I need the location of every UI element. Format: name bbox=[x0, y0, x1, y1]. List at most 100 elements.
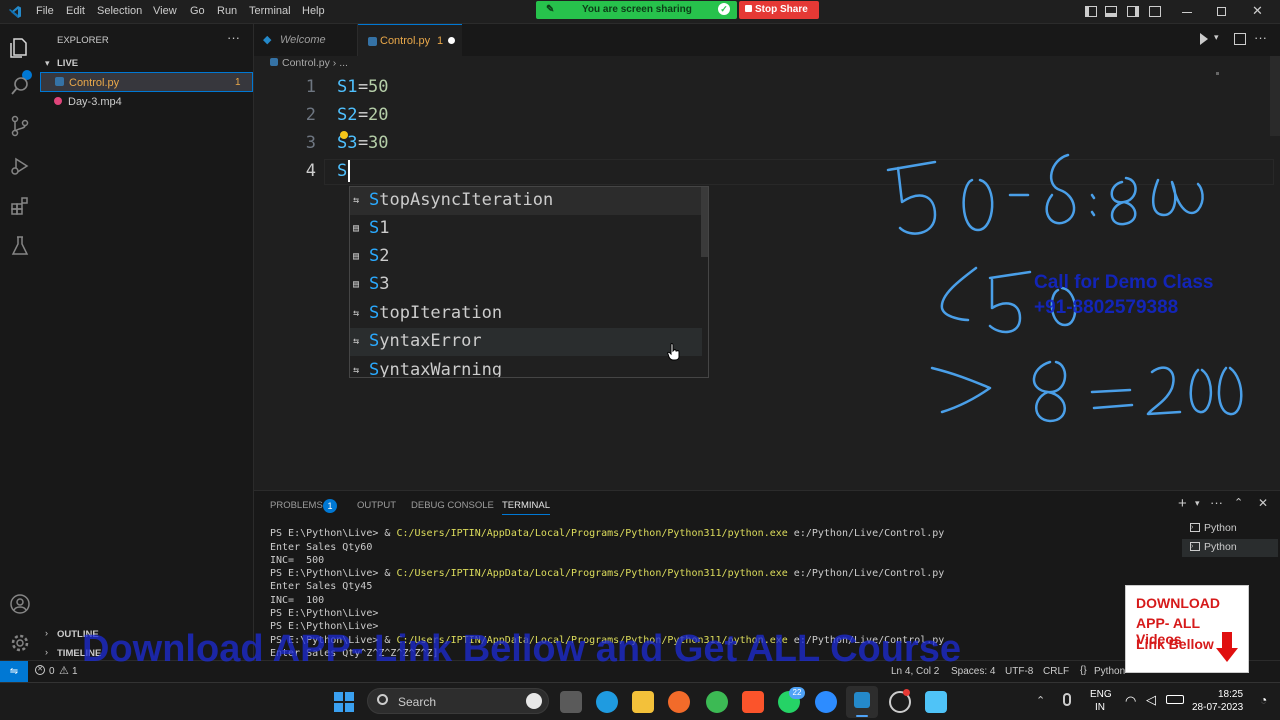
breadcrumb: Control.py › ... bbox=[270, 57, 348, 69]
accounts-icon[interactable] bbox=[8, 592, 32, 616]
notification-bell-icon[interactable]: ◔ bbox=[1260, 693, 1267, 707]
panel-tab-debug-console[interactable]: DEBUG CONSOLE bbox=[411, 500, 494, 511]
tab-control-py[interactable]: Control.py 1 bbox=[358, 24, 462, 56]
input-region[interactable]: IN bbox=[1095, 702, 1105, 713]
source-control-icon[interactable] bbox=[8, 114, 32, 138]
chevron-down-icon[interactable]: ▾ bbox=[45, 58, 50, 69]
menu-terminal[interactable]: Terminal bbox=[249, 5, 291, 17]
more-actions-icon[interactable]: ··· bbox=[227, 30, 240, 45]
language-mode[interactable]: Python bbox=[1094, 666, 1125, 677]
clock-time[interactable]: 18:25 bbox=[1218, 689, 1243, 700]
stop-share-button[interactable]: Stop Share bbox=[739, 1, 819, 19]
screen-sharing-banner: ✎ You are screen sharing ✓ bbox=[536, 1, 737, 19]
windows-start-icon[interactable] bbox=[334, 692, 354, 712]
customize-layout-icon[interactable] bbox=[1149, 6, 1161, 17]
sharing-text: You are screen sharing bbox=[582, 4, 692, 15]
suggest-item[interactable]: ▤ S2 bbox=[350, 243, 702, 271]
panel-tab-output[interactable]: OUTPUT bbox=[357, 500, 396, 511]
menu-help[interactable]: Help bbox=[302, 5, 325, 17]
extensions-icon[interactable] bbox=[8, 194, 32, 218]
wifi-icon[interactable]: ◠ bbox=[1125, 693, 1136, 709]
chevron-up-icon[interactable]: ⌃ bbox=[1036, 694, 1045, 707]
suggest-item[interactable]: ⇆ StopIteration bbox=[350, 300, 702, 328]
ink-stroke bbox=[940, 266, 978, 322]
breadcrumb-file[interactable]: Control.py bbox=[282, 57, 330, 69]
breadcrumb-more[interactable]: ... bbox=[339, 57, 348, 69]
volume-icon[interactable]: ◁ bbox=[1146, 692, 1156, 708]
testing-flask-icon[interactable] bbox=[8, 234, 32, 258]
panel-tab-terminal[interactable]: TERMINAL bbox=[502, 500, 551, 515]
number-token: 50 bbox=[368, 77, 389, 97]
brave-icon[interactable] bbox=[742, 691, 764, 713]
zoom-icon[interactable] bbox=[815, 691, 837, 713]
line-number: 1 bbox=[305, 77, 316, 97]
file-item-control-py[interactable]: Control.py 1 bbox=[40, 72, 253, 92]
run-python-file-icon[interactable] bbox=[1200, 33, 1208, 45]
add-terminal-icon[interactable]: + bbox=[1178, 495, 1187, 512]
chevron-right-icon[interactable]: › bbox=[45, 628, 48, 638]
taskbar-search-box[interactable]: Search bbox=[367, 688, 549, 714]
suggest-item[interactable]: ⇆ SyntaxError bbox=[350, 328, 702, 356]
input-language[interactable]: ENG bbox=[1090, 689, 1112, 700]
lightbulb-icon[interactable] bbox=[340, 131, 348, 139]
unsaved-dot-icon[interactable] bbox=[448, 37, 455, 44]
restore-icon[interactable] bbox=[1217, 7, 1226, 16]
chevron-right-icon[interactable]: › bbox=[45, 647, 48, 657]
file-item-day3-mp4[interactable]: Day-3.mp4 bbox=[40, 92, 253, 112]
edge-browser-icon[interactable] bbox=[596, 691, 618, 713]
vscode-taskbar-icon[interactable] bbox=[846, 686, 878, 718]
suggest-item[interactable]: ⇆ StopAsyncIteration bbox=[350, 187, 702, 215]
end-of-line[interactable]: CRLF bbox=[1043, 666, 1069, 677]
chevron-down-icon[interactable]: ▾ bbox=[1195, 498, 1200, 509]
ink-stroke bbox=[1045, 153, 1076, 225]
folder-live[interactable]: LIVE bbox=[57, 58, 78, 69]
suggest-label: StopIteration bbox=[369, 303, 503, 323]
layout-panel-icon[interactable] bbox=[1105, 6, 1117, 17]
menu-view[interactable]: View bbox=[153, 5, 177, 17]
error-icon[interactable]: ✕ bbox=[35, 665, 45, 675]
terminal-list-item[interactable]: › Python bbox=[1182, 520, 1278, 538]
battery-icon[interactable] bbox=[1166, 695, 1184, 704]
tab-welcome[interactable]: ◆ Welcome bbox=[254, 24, 358, 56]
menu-run[interactable]: Run bbox=[217, 5, 237, 17]
menu-file[interactable]: File bbox=[36, 5, 54, 17]
remote-indicator[interactable]: ⇋ bbox=[0, 661, 28, 683]
close-icon[interactable]: ✕ bbox=[1252, 3, 1263, 19]
chrome-icon[interactable] bbox=[706, 691, 728, 713]
minimize-icon[interactable] bbox=[1182, 12, 1192, 13]
menu-selection[interactable]: Selection bbox=[97, 5, 142, 17]
run-debug-icon[interactable] bbox=[8, 154, 32, 178]
clock-date[interactable]: 28-07-2023 bbox=[1192, 702, 1243, 713]
menu-go[interactable]: Go bbox=[190, 5, 205, 17]
manage-gear-icon[interactable] bbox=[8, 631, 32, 655]
suggest-item[interactable]: ▤ S1 bbox=[350, 215, 702, 243]
maximize-panel-icon[interactable]: ⌃ bbox=[1234, 496, 1243, 509]
suggest-scrollbar[interactable] bbox=[701, 187, 708, 257]
search-icon[interactable] bbox=[8, 74, 32, 98]
suggest-item[interactable]: ▤ S3 bbox=[350, 271, 702, 299]
close-panel-icon[interactable]: ✕ bbox=[1258, 496, 1268, 510]
firefox-icon[interactable] bbox=[668, 691, 690, 713]
menu-edit[interactable]: Edit bbox=[66, 5, 85, 17]
explorer-icon[interactable] bbox=[8, 36, 32, 60]
suggest-item[interactable]: ⇆ SyntaxWarning bbox=[350, 357, 702, 377]
layout-secondary-icon[interactable] bbox=[1127, 6, 1139, 17]
error-count[interactable]: 0 bbox=[49, 666, 55, 677]
encoding[interactable]: UTF-8 bbox=[1005, 666, 1033, 677]
layout-sidebar-icon[interactable] bbox=[1085, 6, 1097, 17]
notepad-icon[interactable] bbox=[925, 691, 947, 713]
scrollbar[interactable] bbox=[1270, 56, 1280, 136]
terminal-list-item-active[interactable]: › Python bbox=[1182, 539, 1278, 557]
terminal-line: PS E:\Python\Live> & C:/Users/IPTIN/AppD… bbox=[270, 528, 945, 539]
download-app-promo[interactable]: DOWNLOAD APP- ALL Videos Link Bellow bbox=[1125, 585, 1249, 673]
microphone-icon[interactable] bbox=[1063, 693, 1071, 706]
chevron-down-icon[interactable]: ▾ bbox=[1214, 32, 1219, 43]
more-actions-icon[interactable]: ··· bbox=[1210, 495, 1223, 510]
warning-count[interactable]: 1 bbox=[72, 666, 78, 677]
more-actions-icon[interactable]: ··· bbox=[1254, 30, 1267, 45]
task-view-icon[interactable] bbox=[560, 691, 582, 713]
split-editor-icon[interactable] bbox=[1234, 33, 1246, 45]
warning-icon[interactable]: ⚠ bbox=[59, 664, 69, 677]
panel-tab-problems[interactable]: PROBLEMS bbox=[270, 500, 323, 511]
file-explorer-icon[interactable] bbox=[632, 691, 654, 713]
